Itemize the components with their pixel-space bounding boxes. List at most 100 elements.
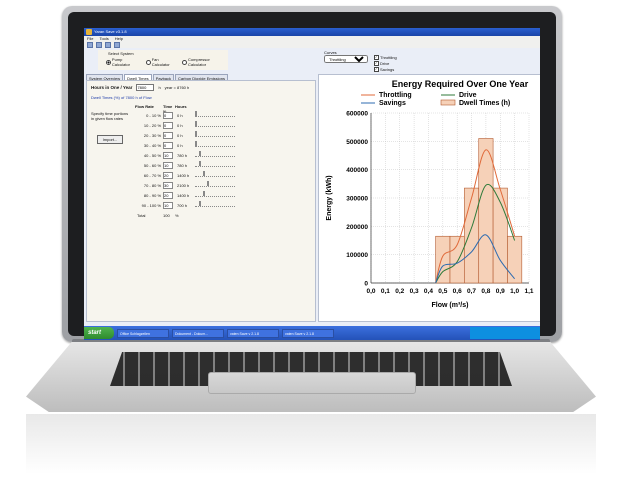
app-window: Yaran Save v3.1.8 File Tools Help Select… (84, 28, 540, 340)
time-slider[interactable] (195, 191, 235, 197)
taskbar-item[interactable]: vaten Save v 2.1.8 (227, 328, 279, 338)
x-tick-label: 0,7 (467, 288, 476, 295)
time-slider[interactable] (195, 161, 235, 167)
energy-chart-panel: Energy Required Over One Year Throttling D… (318, 74, 540, 322)
app-icon (86, 29, 92, 35)
time-input[interactable] (163, 131, 173, 139)
checkbox-checked-icon: ✓ (374, 55, 379, 60)
time-slider[interactable] (195, 141, 235, 147)
x-tick-label: 0,4 (424, 288, 433, 295)
time-input[interactable] (163, 181, 173, 189)
total-row: Total 100% (135, 210, 235, 220)
hours-label: Hours in One / Year (91, 85, 133, 90)
taskbar-item[interactable]: Office Schlagzeilen (117, 328, 169, 338)
checkbox-throttling[interactable]: ✓ Throttling (374, 55, 397, 60)
checkbox-checked-icon: ✓ (374, 67, 379, 72)
curves-panel: Curves Throttling ✓ Throttling ✓ Drive ✓ Sa… (324, 50, 434, 74)
new-file-icon[interactable] (87, 42, 93, 48)
time-input[interactable] (163, 111, 173, 119)
taskbar-item[interactable]: vaten Save v 2.1.8 (282, 328, 334, 338)
y-tick-label: 0 (364, 281, 368, 288)
save-icon[interactable] (105, 42, 111, 48)
legend-entry: Dwell Times (h) (459, 100, 510, 107)
legend-entry: Throttling (379, 92, 412, 99)
dwell-time-bar (507, 235, 523, 284)
toolbar (84, 42, 540, 48)
time-input[interactable] (163, 201, 173, 209)
system-selector: Select System Pump Calculator Fan Calcul… (98, 50, 228, 70)
total-label: Total (137, 212, 146, 218)
time-input[interactable] (163, 151, 173, 159)
y-tick-label: 400000 (346, 167, 368, 174)
import-button[interactable]: Import... (97, 135, 123, 144)
hours-input[interactable] (136, 84, 155, 91)
start-button[interactable]: start (84, 327, 114, 339)
time-slider[interactable] (195, 181, 235, 187)
system-tray (470, 327, 540, 339)
checkbox-savings[interactable]: ✓ Savings (374, 67, 397, 72)
x-tick-label: 0,6 (453, 288, 462, 295)
time-slider[interactable] (195, 171, 235, 177)
table-row: 90 - 100 % 700 h (135, 200, 235, 210)
taskbar-item[interactable]: Dokument - Dokum... (172, 328, 224, 338)
window-titlebar: Yaran Save v3.1.8 (84, 28, 540, 36)
hours-cell: 1400 h (177, 172, 190, 178)
hours-cell: 0 h (177, 142, 183, 148)
table-row: 60 - 70 % 1400 h (135, 170, 235, 180)
time-input[interactable] (163, 191, 173, 199)
radio-compressor-label: Compressor Calculator (188, 57, 210, 67)
checkbox-checked-icon: ✓ (374, 61, 379, 66)
energy-chart: Energy Required Over One Year Throttling D… (326, 79, 534, 309)
radio-compressor-calculator[interactable]: Compressor Calculator (182, 57, 228, 67)
table-row: 30 - 40 % 0 h (135, 140, 235, 150)
hours-cell: 0 h (177, 112, 183, 118)
checkbox-label: Throttling (380, 55, 397, 60)
flow-rate-cell: 80 - 90 % (143, 192, 161, 198)
x-tick-label: 0,3 (410, 288, 419, 295)
curves-dropdown[interactable]: Throttling (324, 55, 368, 63)
x-tick-label: 1,1 (524, 288, 533, 295)
flow-rate-cell: 30 - 40 % (143, 142, 161, 148)
hours-cell: 0 h (177, 122, 183, 128)
taskbar: start Office Schlagzeilen Dokument - Dok… (84, 326, 540, 340)
checkbox-label: Drive (380, 61, 390, 66)
table-row: 70 - 80 % 2100 h (135, 180, 235, 190)
flow-rate-cell: 50 - 60 % (143, 162, 161, 168)
hours-row: Hours in One / Year h year = 8760 h (91, 84, 189, 91)
radio-pump-calculator[interactable]: Pump Calculator (106, 57, 141, 67)
time-slider[interactable] (195, 111, 235, 117)
y-tick-label: 300000 (346, 196, 368, 203)
time-input[interactable] (163, 141, 173, 149)
hours-unit: h (158, 85, 161, 90)
time-slider[interactable] (195, 201, 235, 207)
legend-entry: Savings (379, 100, 406, 107)
hours-cell: 1400 h (177, 192, 190, 198)
time-slider[interactable] (195, 151, 235, 157)
radio-fan-calculator[interactable]: Fan Calculator (145, 57, 177, 67)
legend-entry: Drive (459, 92, 477, 99)
checkbox-label: Savings (380, 67, 395, 72)
x-tick-label: 0,1 (381, 288, 390, 295)
checkbox-drive[interactable]: ✓ Drive (374, 61, 397, 66)
window-title: Yaran Save v3.1.8 (94, 29, 127, 34)
time-slider[interactable] (195, 131, 235, 137)
y-tick-label: 600000 (346, 111, 368, 118)
table-row: 50 - 60 % 780 h (135, 160, 235, 170)
flow-rate-cell: 60 - 70 % (143, 172, 161, 178)
y-tick-label: 100000 (346, 252, 368, 259)
total-value: 100 (163, 212, 170, 218)
time-input[interactable] (163, 121, 173, 129)
hours-cell: 0 h (177, 132, 183, 138)
time-slider[interactable] (195, 121, 235, 127)
time-input[interactable] (163, 161, 173, 169)
y-tick-label: 500000 (346, 139, 368, 146)
hours-cell: 700 h (177, 202, 188, 208)
y-tick-label: 200000 (346, 224, 368, 231)
settings-icon[interactable] (114, 42, 120, 48)
x-axis-label: Flow (m³/s) (432, 302, 469, 309)
time-input[interactable] (163, 171, 173, 179)
table-row: 80 - 90 % 1400 h (135, 190, 235, 200)
hours-year-note: year = 8760 h (164, 85, 190, 90)
open-folder-icon[interactable] (96, 42, 102, 48)
radio-icon (145, 59, 151, 65)
